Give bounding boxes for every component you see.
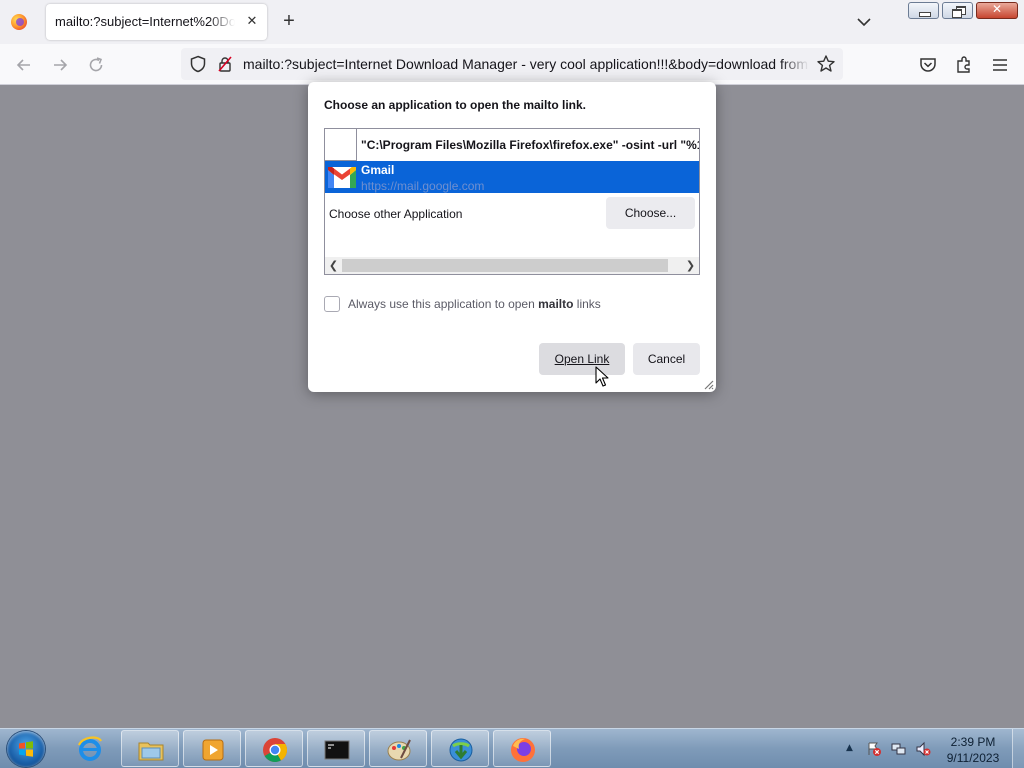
scrollbar-thumb[interactable] bbox=[342, 259, 668, 272]
navigation-toolbar: mailto:?subject=Internet Download Manage… bbox=[0, 44, 1024, 85]
back-icon[interactable] bbox=[13, 54, 35, 76]
application-list[interactable]: "C:\Program Files\Mozilla Firefox\firefo… bbox=[324, 128, 700, 275]
minimize-button[interactable] bbox=[908, 2, 939, 19]
resize-grip-icon[interactable] bbox=[702, 378, 714, 390]
open-link-label: Open Link bbox=[554, 352, 610, 366]
taskbar: ▲ 2:39 PM 9/11/2023 bbox=[0, 728, 1024, 768]
network-icon[interactable] bbox=[891, 741, 907, 757]
firefox-command: "C:\Program Files\Mozilla Firefox\firefo… bbox=[361, 138, 700, 152]
show-desktop-button[interactable] bbox=[1012, 729, 1024, 768]
show-hidden-icons-icon[interactable]: ▲ bbox=[846, 743, 853, 753]
list-item-gmail[interactable]: Gmail https://mail.google.com bbox=[325, 161, 699, 193]
paint-icon bbox=[387, 739, 411, 761]
always-use-label[interactable]: Always use this application to open mail… bbox=[348, 297, 601, 311]
dialog-title: Choose an application to open the mailto… bbox=[324, 98, 587, 112]
always-use-prefix: Always use this application to open bbox=[348, 297, 539, 311]
scroll-right-icon[interactable]: ❯ bbox=[682, 257, 699, 274]
tab-title: mailto:?subject=Internet%20Download%20Ma… bbox=[55, 14, 235, 29]
windows-flag-icon bbox=[19, 741, 33, 757]
menu-icon[interactable] bbox=[989, 54, 1011, 76]
url-bar[interactable]: mailto:?subject=Internet Download Manage… bbox=[181, 48, 843, 80]
gmail-url: https://mail.google.com bbox=[361, 179, 485, 193]
internet-explorer-icon bbox=[77, 736, 102, 761]
firefox-taskbar-icon bbox=[511, 738, 535, 762]
taskbar-command-prompt[interactable] bbox=[307, 730, 365, 767]
close-window-button[interactable] bbox=[976, 2, 1018, 19]
chrome-icon bbox=[263, 738, 288, 763]
gmail-name: Gmail bbox=[361, 163, 395, 177]
restore-button[interactable] bbox=[942, 2, 973, 19]
mouse-cursor-icon bbox=[595, 366, 609, 387]
clock-date: 9/11/2023 bbox=[946, 751, 1000, 765]
shield-icon[interactable] bbox=[189, 55, 207, 73]
volume-muted-icon[interactable] bbox=[915, 741, 931, 757]
scroll-left-icon[interactable]: ❮ bbox=[325, 257, 342, 274]
media-player-icon bbox=[202, 739, 224, 761]
horizontal-scrollbar[interactable]: ❮ ❯ bbox=[325, 257, 699, 274]
taskbar-windows-explorer[interactable] bbox=[121, 730, 179, 767]
lock-icon[interactable] bbox=[217, 56, 233, 72]
action-center-icon[interactable] bbox=[866, 741, 882, 757]
choose-other-label: Choose other Application bbox=[329, 207, 463, 221]
close-tab-icon[interactable]: ✕ bbox=[243, 12, 261, 30]
always-use-checkbox[interactable] bbox=[324, 296, 340, 312]
list-item-choose-other: Choose other Application Choose... bbox=[325, 193, 699, 231]
tab-bar: mailto:?subject=Internet%20Download%20Ma… bbox=[0, 0, 1024, 44]
list-all-tabs-icon[interactable] bbox=[853, 11, 875, 33]
open-link-button[interactable]: Open Link bbox=[539, 343, 625, 375]
cancel-button[interactable]: Cancel bbox=[633, 343, 700, 375]
forward-icon[interactable] bbox=[49, 54, 71, 76]
gmail-icon bbox=[328, 167, 356, 188]
start-button[interactable] bbox=[7, 731, 45, 767]
system-clock[interactable]: 2:39 PM 9/11/2023 bbox=[938, 734, 1008, 766]
firefox-icon bbox=[11, 14, 27, 30]
taskbar-internet-download-manager[interactable] bbox=[431, 730, 489, 767]
choose-button[interactable]: Choose... bbox=[606, 197, 695, 229]
new-tab-button[interactable]: + bbox=[279, 11, 299, 31]
always-use-protocol: mailto bbox=[538, 297, 574, 311]
open-with-dialog: Choose an application to open the mailto… bbox=[308, 82, 716, 392]
window-controls bbox=[908, 2, 1018, 20]
taskbar-internet-explorer[interactable] bbox=[61, 730, 119, 767]
reload-icon[interactable] bbox=[85, 54, 107, 76]
taskbar-media-player[interactable] bbox=[183, 730, 241, 767]
clock-time: 2:39 PM bbox=[950, 735, 996, 749]
tab-mailto[interactable]: mailto:?subject=Internet%20Download%20Ma… bbox=[46, 4, 267, 40]
extensions-icon[interactable] bbox=[953, 54, 975, 76]
taskbar-firefox[interactable] bbox=[493, 730, 551, 767]
url-text[interactable]: mailto:?subject=Internet Download Manage… bbox=[243, 56, 809, 72]
application-icon bbox=[325, 129, 357, 161]
folder-icon bbox=[138, 742, 164, 761]
pocket-icon[interactable] bbox=[917, 54, 939, 76]
taskbar-paint[interactable] bbox=[369, 730, 427, 767]
list-item-firefox[interactable]: "C:\Program Files\Mozilla Firefox\firefo… bbox=[325, 129, 699, 161]
taskbar-google-chrome[interactable] bbox=[245, 730, 303, 767]
command-prompt-icon bbox=[324, 740, 350, 760]
always-use-suffix: links bbox=[573, 297, 601, 311]
bookmark-star-icon[interactable] bbox=[815, 53, 837, 75]
download-manager-icon bbox=[449, 738, 473, 762]
